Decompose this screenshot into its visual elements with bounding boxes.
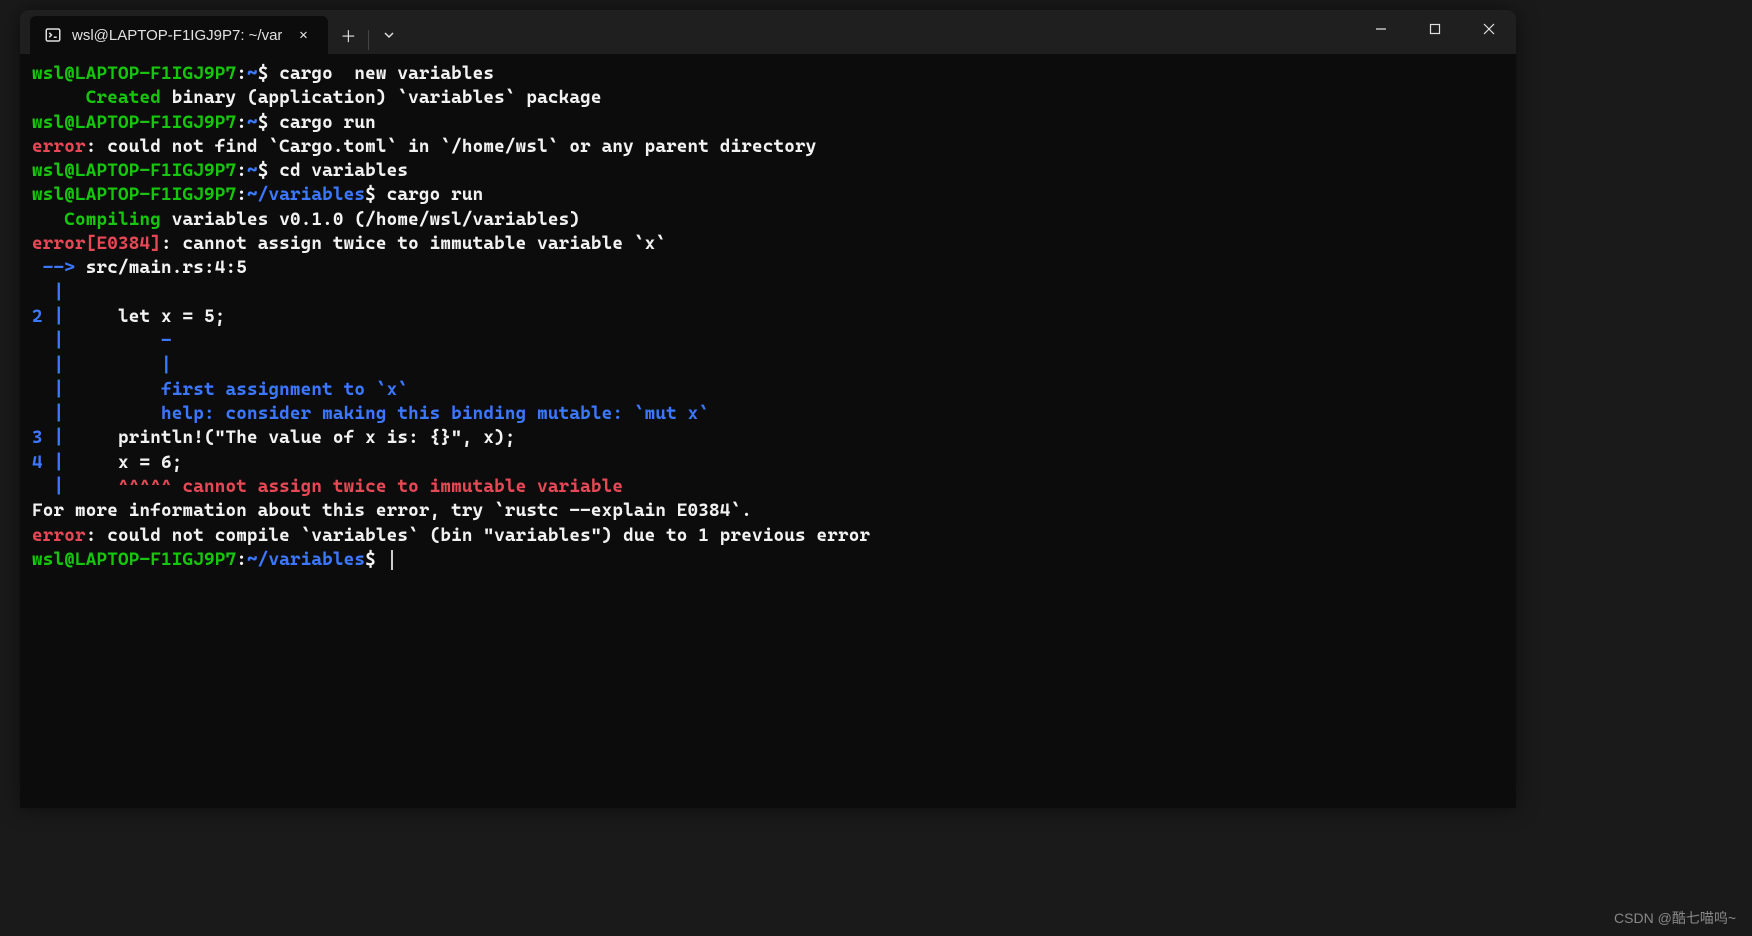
terminal-text: ^^^^^ cannot assign twice to immutable v… xyxy=(64,476,623,497)
terminal-text: | xyxy=(64,355,171,376)
titlebar[interactable]: wsl@LAPTOP-F1IGJ9P7: ~/var ✕ ＋ xyxy=(20,10,1516,54)
terminal-icon xyxy=(44,26,62,44)
terminal-text: : xyxy=(236,184,247,205)
terminal-text: | xyxy=(32,379,64,400)
watermark: CSDN @酷七喵呜~ xyxy=(1614,908,1736,928)
terminal-text: | xyxy=(32,476,64,497)
terminal-text: For more information about this error, t… xyxy=(32,500,752,521)
terminal-text: binary (application) `variables` package xyxy=(161,87,602,108)
terminal-text: ~ xyxy=(247,63,258,84)
terminal-text xyxy=(32,87,86,108)
terminal-line: | | xyxy=(32,354,1504,378)
terminal-line: For more information about this error, t… xyxy=(32,499,1504,523)
terminal-text: println!("The value of x is: {}", x); xyxy=(64,427,515,448)
terminal-line: 2 | let x = 5; xyxy=(32,305,1504,329)
terminal-text: : xyxy=(236,549,247,570)
tab-dropdown-button[interactable] xyxy=(369,16,409,54)
terminal-line: error: could not compile `variables` (bi… xyxy=(32,524,1504,548)
terminal-text: error xyxy=(32,136,86,157)
terminal-text: 2 | xyxy=(32,306,64,327)
cursor xyxy=(391,550,393,570)
terminal-text: error[E0384] xyxy=(32,233,161,254)
terminal-text: : xyxy=(236,112,247,133)
terminal-line: error: could not find `Cargo.toml` in `/… xyxy=(32,135,1504,159)
terminal-text: variables v0.1.0 (/home/wsl/variables) xyxy=(161,209,580,230)
terminal-window: wsl@LAPTOP-F1IGJ9P7: ~/var ✕ ＋ wsl@LAPTO… xyxy=(20,10,1516,808)
terminal-text: - xyxy=(64,330,171,351)
terminal-text: wsl@LAPTOP-F1IGJ9P7 xyxy=(32,112,236,133)
terminal-line: --> src/main.rs:4:5 xyxy=(32,256,1504,280)
close-tab-button[interactable]: ✕ xyxy=(292,24,314,46)
terminal-line: wsl@LAPTOP-F1IGJ9P7:~/variables$ cargo r… xyxy=(32,183,1504,207)
terminal-line: | xyxy=(32,281,1504,305)
terminal-text: x = 6; xyxy=(64,452,182,473)
terminal-text: : xyxy=(236,63,247,84)
terminal-text: $ cargo new variables xyxy=(258,63,494,84)
terminal-text: $ cargo run xyxy=(258,112,376,133)
terminal-line: | first assignment to `x` xyxy=(32,378,1504,402)
terminal-line: 3 | println!("The value of x is: {}", x)… xyxy=(32,426,1504,450)
terminal-text: wsl@LAPTOP-F1IGJ9P7 xyxy=(32,160,236,181)
titlebar-drag-area[interactable] xyxy=(409,10,1354,54)
terminal-text: ~ xyxy=(247,112,258,133)
terminal-text: : could not find `Cargo.toml` in `/home/… xyxy=(86,136,817,157)
terminal-text: 4 | xyxy=(32,452,64,473)
terminal-text: let x = 5; xyxy=(64,306,225,327)
terminal-text: Created xyxy=(86,87,161,108)
terminal-text: | xyxy=(32,403,64,424)
terminal-text: ~ xyxy=(247,160,258,181)
tab-active[interactable]: wsl@LAPTOP-F1IGJ9P7: ~/var ✕ xyxy=(30,16,328,54)
terminal-line: Created binary (application) `variables`… xyxy=(32,86,1504,110)
close-window-button[interactable] xyxy=(1462,10,1516,48)
terminal-text: : cannot assign twice to immutable varia… xyxy=(161,233,666,254)
terminal-text: wsl@LAPTOP-F1IGJ9P7 xyxy=(32,184,236,205)
terminal-line: wsl@LAPTOP-F1IGJ9P7:~$ cd variables xyxy=(32,159,1504,183)
terminal-text: src/main.rs:4:5 xyxy=(75,257,247,278)
terminal-line: error[E0384]: cannot assign twice to imm… xyxy=(32,232,1504,256)
terminal-text: --> xyxy=(32,257,75,278)
terminal-line: wsl@LAPTOP-F1IGJ9P7:~$ cargo run xyxy=(32,111,1504,135)
terminal-text: | xyxy=(32,355,64,376)
new-tab-button[interactable]: ＋ xyxy=(328,16,368,54)
terminal-line: | - xyxy=(32,329,1504,353)
terminal-text: Compiling xyxy=(64,209,161,230)
terminal-output[interactable]: wsl@LAPTOP-F1IGJ9P7:~$ cargo new variabl… xyxy=(20,54,1516,580)
terminal-text: wsl@LAPTOP-F1IGJ9P7 xyxy=(32,549,236,570)
terminal-text: | xyxy=(32,282,64,303)
terminal-text: error xyxy=(32,525,86,546)
terminal-line: wsl@LAPTOP-F1IGJ9P7:~/variables$ xyxy=(32,548,1504,572)
terminal-text: | xyxy=(32,330,64,351)
terminal-text xyxy=(32,209,64,230)
terminal-text: help: consider making this binding mutab… xyxy=(64,403,709,424)
terminal-text: ~/variables xyxy=(247,549,365,570)
terminal-text: $ cargo run xyxy=(365,184,483,205)
terminal-text: 3 | xyxy=(32,427,64,448)
terminal-text: $ cd variables xyxy=(258,160,408,181)
terminal-line: Compiling variables v0.1.0 (/home/wsl/va… xyxy=(32,208,1504,232)
terminal-text: ~/variables xyxy=(247,184,365,205)
terminal-text: first assignment to `x` xyxy=(64,379,408,400)
terminal-text: $ xyxy=(365,549,387,570)
terminal-line: | ^^^^^ cannot assign twice to immutable… xyxy=(32,475,1504,499)
terminal-line: 4 | x = 6; xyxy=(32,451,1504,475)
terminal-text: : could not compile `variables` (bin "va… xyxy=(86,525,871,546)
maximize-button[interactable] xyxy=(1408,10,1462,48)
tab-title: wsl@LAPTOP-F1IGJ9P7: ~/var xyxy=(72,27,282,44)
minimize-button[interactable] xyxy=(1354,10,1408,48)
terminal-text: : xyxy=(236,160,247,181)
terminal-line: wsl@LAPTOP-F1IGJ9P7:~$ cargo new variabl… xyxy=(32,62,1504,86)
terminal-line: | help: consider making this binding mut… xyxy=(32,402,1504,426)
terminal-text: wsl@LAPTOP-F1IGJ9P7 xyxy=(32,63,236,84)
